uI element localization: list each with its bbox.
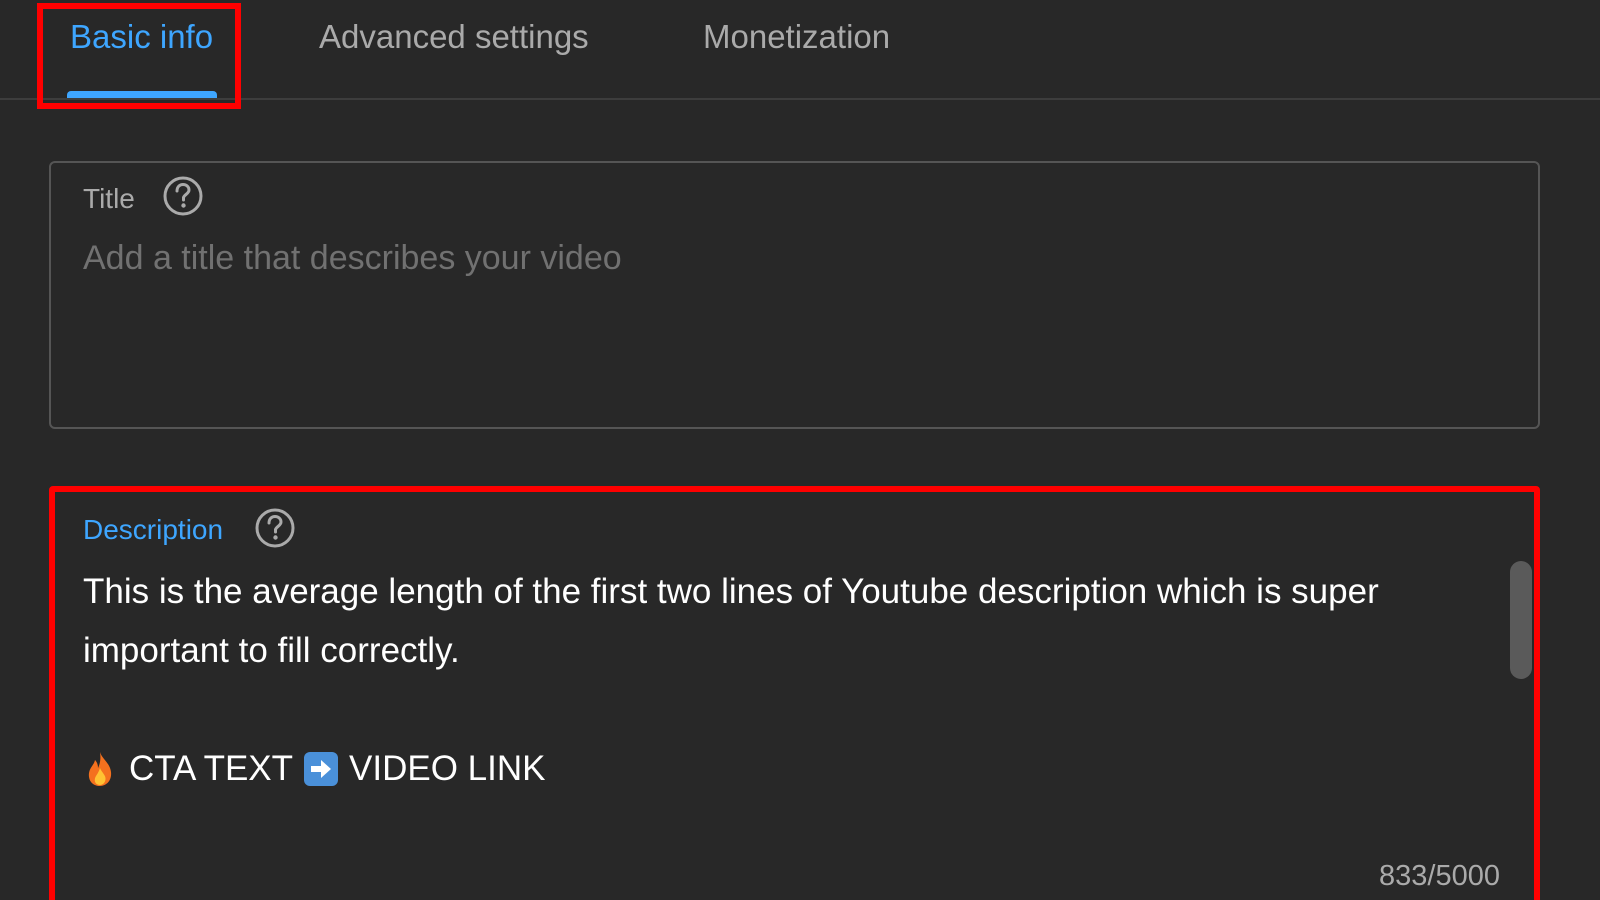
tab-basic-info[interactable]: Basic info (70, 18, 213, 56)
character-counter: 833/5000 (1379, 860, 1500, 892)
right-arrow-emoji-icon (304, 751, 339, 786)
active-tab-indicator (67, 91, 217, 98)
tab-monetization[interactable]: Monetization (703, 18, 890, 56)
help-circle-icon[interactable] (162, 175, 204, 217)
description-field[interactable]: Description This is the average length o… (49, 486, 1540, 900)
cta-line: CTA TEXT VIDEO LINK (83, 739, 1473, 798)
video-link-text: VIDEO LINK (349, 749, 546, 788)
description-line: This is the average length of the first … (83, 572, 1379, 611)
title-field[interactable]: Title Add a title that describes your vi… (49, 161, 1540, 429)
tab-advanced-settings[interactable]: Advanced settings (319, 18, 589, 56)
tab-bar: Basic info Advanced settings Monetizatio… (0, 0, 1600, 100)
description-textarea[interactable]: This is the average length of the first … (83, 562, 1473, 798)
description-scrollbar[interactable] (1510, 561, 1532, 679)
description-blank-line (83, 680, 1473, 739)
title-input[interactable]: Add a title that describes your video (83, 239, 1503, 278)
upload-details-page: Basic info Advanced settings Monetizatio… (0, 0, 1600, 900)
description-label: Description (83, 514, 224, 545)
fire-emoji-icon (88, 751, 112, 786)
title-label: Title (83, 183, 135, 214)
cta-text: CTA TEXT (129, 749, 294, 788)
help-circle-icon[interactable] (254, 507, 296, 549)
description-line: important to fill correctly. (83, 631, 460, 670)
